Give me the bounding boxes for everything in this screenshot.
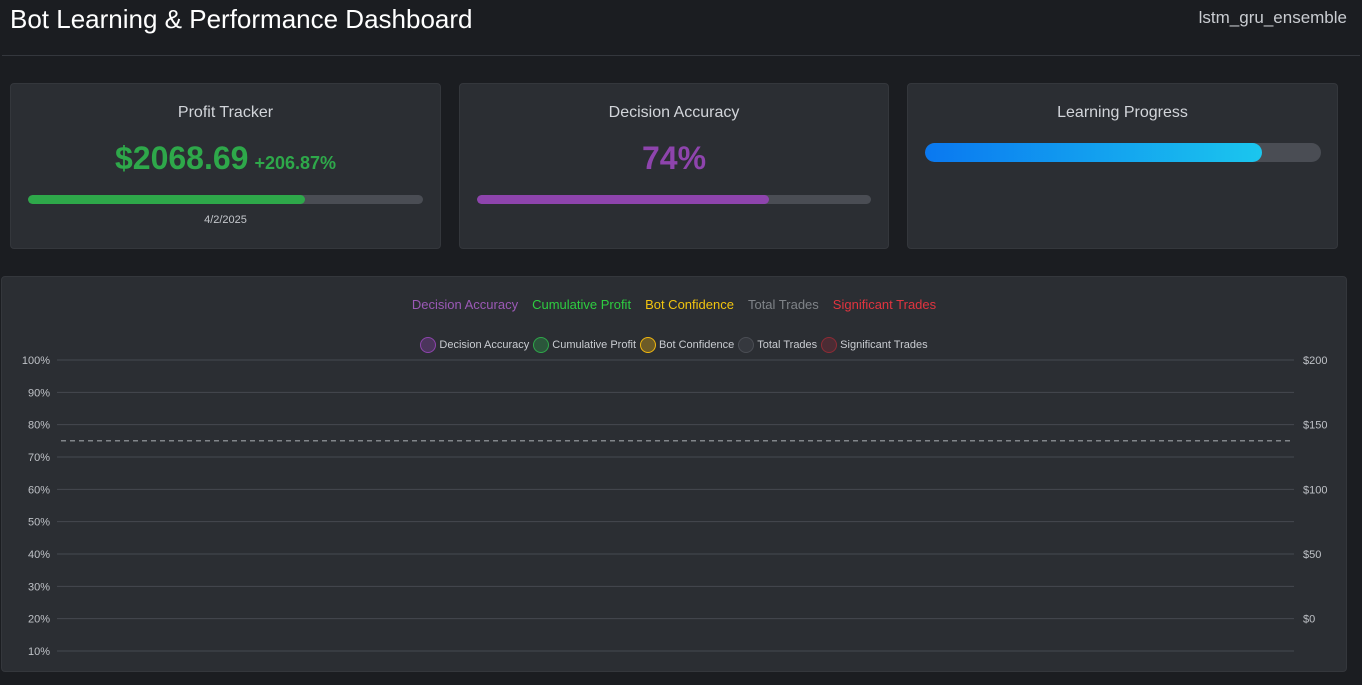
model-name: lstm_gru_ensemble xyxy=(1198,8,1347,27)
y-right-tick-label: $100 xyxy=(1303,484,1327,496)
profit-tracker-title: Profit Tracker xyxy=(177,104,274,121)
learning-progress-card: Learning Progress xyxy=(907,83,1338,249)
profit-change: +206.87% xyxy=(254,153,337,173)
y-left-tick-label: 40% xyxy=(28,549,50,561)
profit-progress-fill xyxy=(28,195,305,204)
profit-summary: $2068.69 +206.87% xyxy=(11,140,440,177)
y-left-tick-label: 30% xyxy=(28,581,50,593)
performance-chart: 100% 90% 80% 70% 60% 50% 40% 30% 20% 10% $200 $150 $… xyxy=(22,355,1328,658)
profit-amount: $2068.69 xyxy=(114,140,249,176)
y-left-tick-label: 10% xyxy=(28,646,50,658)
y-right-tick-label: $200 xyxy=(1303,355,1327,367)
profit-tracker-card: Profit Tracker $2068.69 +206.87% 4/2/2025 xyxy=(10,83,441,249)
decision-accuracy-card: Decision Accuracy 74% xyxy=(459,83,889,249)
y-right-tick-label: $50 xyxy=(1303,549,1321,561)
y-left-tick-label: 90% xyxy=(28,387,50,399)
y-right-tick-label: $150 xyxy=(1303,420,1327,432)
y-left-tick-label: 70% xyxy=(28,452,50,464)
y-left-tick-label: 20% xyxy=(28,614,50,626)
dashboard-header: Bot Learning & Performance Dashboard lst… xyxy=(2,0,1360,56)
decision-accuracy-value: 74% xyxy=(641,140,707,176)
learning-progress-title: Learning Progress xyxy=(1057,104,1188,121)
profit-progress-bar xyxy=(28,195,423,204)
y-right-tick-label: $0 xyxy=(1303,614,1315,626)
learning-progress-bar xyxy=(925,143,1321,162)
y-left-tick-label: 60% xyxy=(28,484,50,496)
accuracy-progress-bar xyxy=(477,195,871,204)
accuracy-progress-fill xyxy=(477,195,769,204)
decision-accuracy-title: Decision Accuracy xyxy=(608,104,740,121)
y-left-tick-label: 80% xyxy=(28,420,50,432)
page-title: Bot Learning & Performance Dashboard xyxy=(10,4,473,34)
learning-progress-fill xyxy=(925,143,1262,162)
y-left-tick-label: 100% xyxy=(22,355,50,367)
y-left-tick-label: 50% xyxy=(28,517,50,529)
performance-chart-panel: Decision Accuracy Cumulative Profit Bot Co… xyxy=(1,276,1347,672)
profit-date: 4/2/2025 xyxy=(204,214,247,226)
